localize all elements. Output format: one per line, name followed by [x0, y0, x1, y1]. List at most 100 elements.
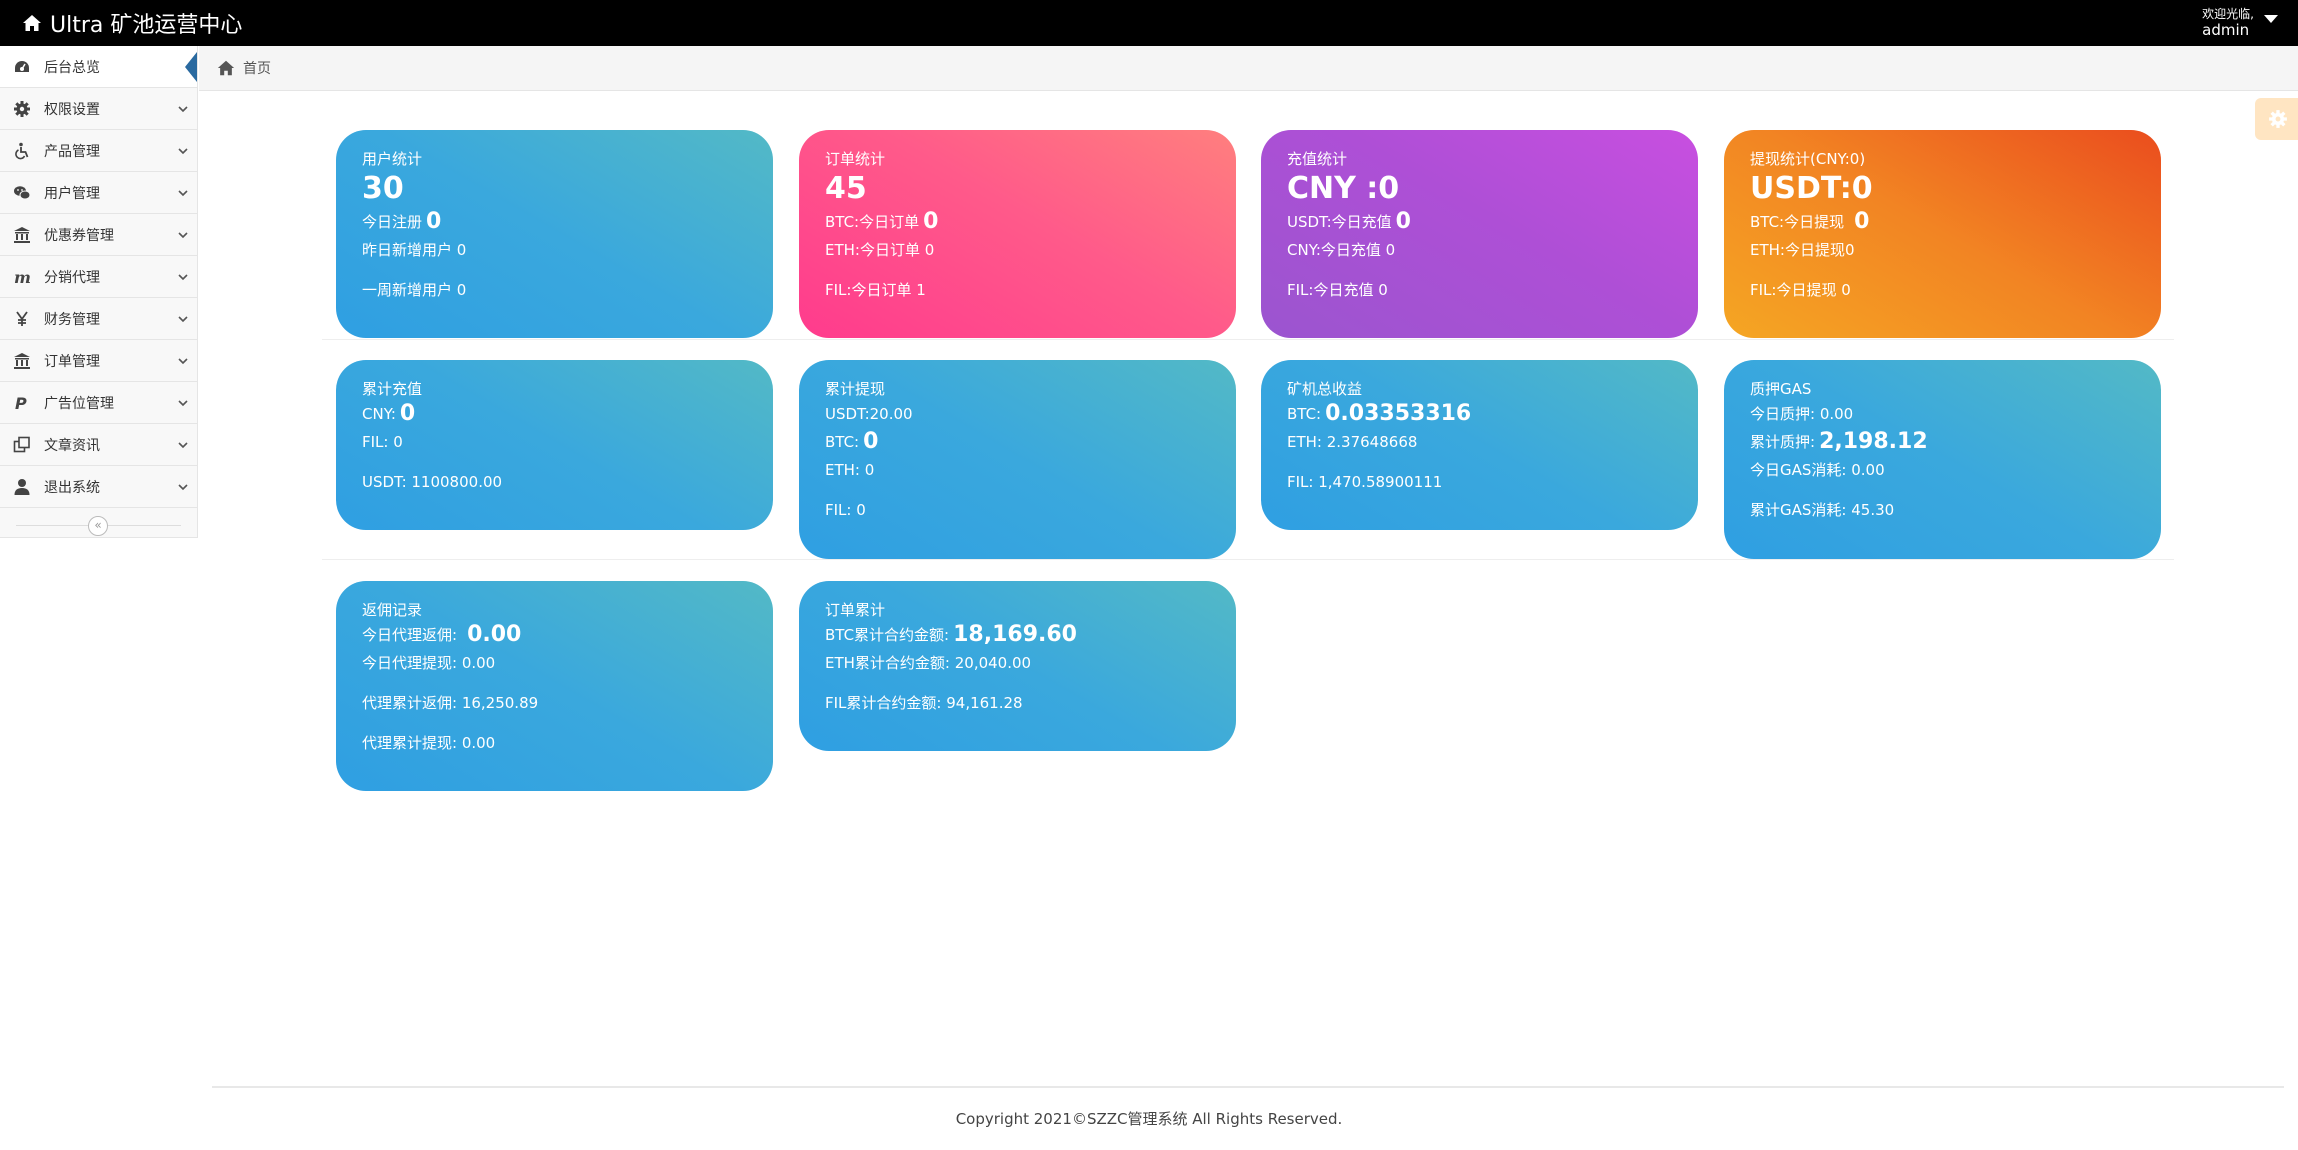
card-line: CNY:今日充值 0 — [1287, 241, 1396, 259]
app-title: Ultra 矿池运营中心 — [50, 13, 243, 38]
footer-divider — [212, 1086, 2284, 1088]
card-label: USDT:今日充值 — [1287, 213, 1392, 231]
pledge-gas-card: 质押GAS 今日质押: 0.00 累计质押: 2,198.12 今日GAS消耗: … — [1724, 360, 2161, 559]
card-line: FIL: 1,470.58900111 — [1287, 473, 1443, 491]
sidebar-item-distribution[interactable]: m 分销代理 — [0, 256, 197, 298]
card-line: FIL:今日充值 0 — [1287, 281, 1388, 299]
sidebar-item-orders[interactable]: 订单管理 — [0, 340, 197, 382]
sidebar-item-label: 分销代理 — [44, 269, 100, 286]
top-navbar: Ultra 矿池运营中心 欢迎光临, admin — [0, 0, 2298, 46]
sidebar-item-finance[interactable]: 财务管理 — [0, 298, 197, 340]
chevron-down-icon — [169, 439, 197, 451]
card-line: USDT:20.00 — [825, 405, 913, 423]
card-title: 用户统计 — [362, 150, 423, 168]
sidebar-item-ads[interactable]: P 广告位管理 — [0, 382, 197, 424]
card-line: FIL: 0 — [362, 433, 403, 451]
chevron-down-icon — [169, 481, 197, 493]
paypal-icon: P — [0, 394, 44, 412]
card-label: BTC:今日提现 — [1750, 213, 1845, 231]
home-icon — [217, 60, 235, 76]
yen-icon — [0, 310, 44, 328]
username: admin — [2202, 21, 2250, 39]
sidebar-collapse-button[interactable]: « — [88, 516, 108, 536]
sidebar-item-label: 优惠券管理 — [44, 227, 114, 244]
sidebar-item-users[interactable]: 用户管理 — [0, 172, 197, 214]
sidebar-item-permissions[interactable]: 权限设置 — [0, 88, 197, 130]
caret-down-icon[interactable] — [2264, 15, 2278, 23]
card-total: USDT:0 — [1750, 171, 1873, 206]
card-line: 累计质押: 2,198.12 — [1750, 428, 2135, 456]
card-title: 订单累计 — [825, 601, 886, 619]
chevron-down-icon — [169, 103, 197, 115]
card-label: CNY: — [362, 405, 396, 423]
sidebar-item-label: 用户管理 — [44, 185, 100, 202]
sidebar-item-label: 订单管理 — [44, 353, 100, 370]
card-value: 0 — [399, 401, 416, 426]
user-menu[interactable]: 欢迎光临, admin — [2202, 6, 2254, 38]
card-total: CNY :0 — [1287, 171, 1400, 206]
rebate-record-card: 返佣记录 今日代理返佣: 0.00 今日代理提现: 0.00 代理累计返佣: 16… — [336, 581, 773, 791]
card-value: 0 — [863, 429, 879, 454]
card-line: BTC: 0.03353316 — [1287, 400, 1672, 428]
card-line: ETH: 2.37648668 — [1287, 433, 1418, 451]
sidebar-item-label: 产品管理 — [44, 143, 100, 160]
card-line: USDT:今日充值 0 — [1287, 208, 1672, 236]
sidebar-item-articles[interactable]: 文章资讯 — [0, 424, 197, 466]
card-label: BTC: — [1287, 405, 1322, 423]
sidebar-item-dashboard[interactable]: 后台总览 — [0, 46, 197, 88]
app-brand[interactable]: Ultra 矿池运营中心 — [22, 0, 242, 46]
card-value: 0 — [1854, 209, 1870, 234]
card-line: ETH:今日订单 0 — [825, 241, 935, 259]
card-value: 18,169.60 — [953, 622, 1077, 647]
card-line: FIL: 0 — [825, 501, 866, 519]
welcome-text: 欢迎光临, — [2202, 7, 2254, 21]
user-stats-card: 用户统计 30 今日注册 0 昨日新增用户 0 一周新增用户 0 — [336, 130, 773, 338]
card-line: FIL:今日提现 0 — [1750, 281, 1851, 299]
card-label: 今日代理返佣: — [362, 626, 458, 644]
card-title: 提现统计(CNY:0) — [1750, 150, 1866, 168]
card-line: BTC累计合约金额: 18,169.60 — [825, 621, 1210, 649]
card-label: BTC: — [825, 433, 860, 451]
bank-icon — [0, 226, 44, 244]
svg-text:P: P — [15, 394, 27, 412]
breadcrumb: 首页 — [199, 46, 2298, 91]
settings-toggle-button[interactable] — [2255, 98, 2298, 140]
gear-icon — [2268, 110, 2287, 128]
chevron-down-icon — [169, 145, 197, 157]
card-title: 返佣记录 — [362, 601, 423, 619]
card-line: 昨日新增用户 0 — [362, 241, 467, 259]
sidebar-item-logout[interactable]: 退出系统 — [0, 466, 197, 508]
svg-text:m: m — [14, 268, 31, 286]
card-line: BTC: 0 — [825, 428, 1210, 456]
card-title: 充值统计 — [1287, 150, 1348, 168]
card-value: 0.00 — [467, 622, 522, 647]
card-value: 2,198.12 — [1819, 429, 1928, 454]
wheelchair-icon — [0, 142, 44, 160]
chevron-down-icon — [169, 271, 197, 283]
sidebar-item-label: 权限设置 — [44, 101, 100, 118]
sidebar-item-products[interactable]: 产品管理 — [0, 130, 197, 172]
sidebar-item-coupons[interactable]: 优惠券管理 — [0, 214, 197, 256]
card-line: 代理累计返佣: 16,250.89 — [362, 694, 539, 712]
sidebar-item-label: 财务管理 — [44, 311, 100, 328]
chevron-down-icon — [169, 229, 197, 241]
row-divider — [322, 339, 2174, 340]
card-total: 45 — [825, 171, 867, 206]
sidebar-item-label: 退出系统 — [44, 479, 100, 496]
footer-copyright: Copyright 2021©SZZC管理系统 All Rights Reser… — [955, 1110, 1343, 1128]
card-value: 0 — [426, 209, 442, 234]
breadcrumb-home-link[interactable]: 首页 — [243, 58, 271, 78]
card-line: 今日代理返佣: 0.00 — [362, 621, 747, 649]
card-value: 0 — [923, 209, 939, 234]
card-total: 30 — [362, 171, 404, 206]
row-divider — [322, 559, 2174, 560]
card-line: 今日注册 0 — [362, 208, 747, 236]
card-value: 0.03353316 — [1325, 401, 1472, 426]
card-label: 累计质押: — [1750, 433, 1816, 451]
card-line: FIL:今日订单 1 — [825, 281, 926, 299]
bank-icon — [0, 352, 44, 370]
sidebar-item-label: 文章资讯 — [44, 437, 100, 454]
accumulated-withdraw-card: 累计提现 USDT:20.00 BTC: 0 ETH: 0 FIL: 0 — [799, 360, 1236, 559]
sidebar-collapse-row: « — [0, 508, 197, 542]
card-line: 累计GAS消耗: 45.30 — [1750, 501, 1895, 519]
